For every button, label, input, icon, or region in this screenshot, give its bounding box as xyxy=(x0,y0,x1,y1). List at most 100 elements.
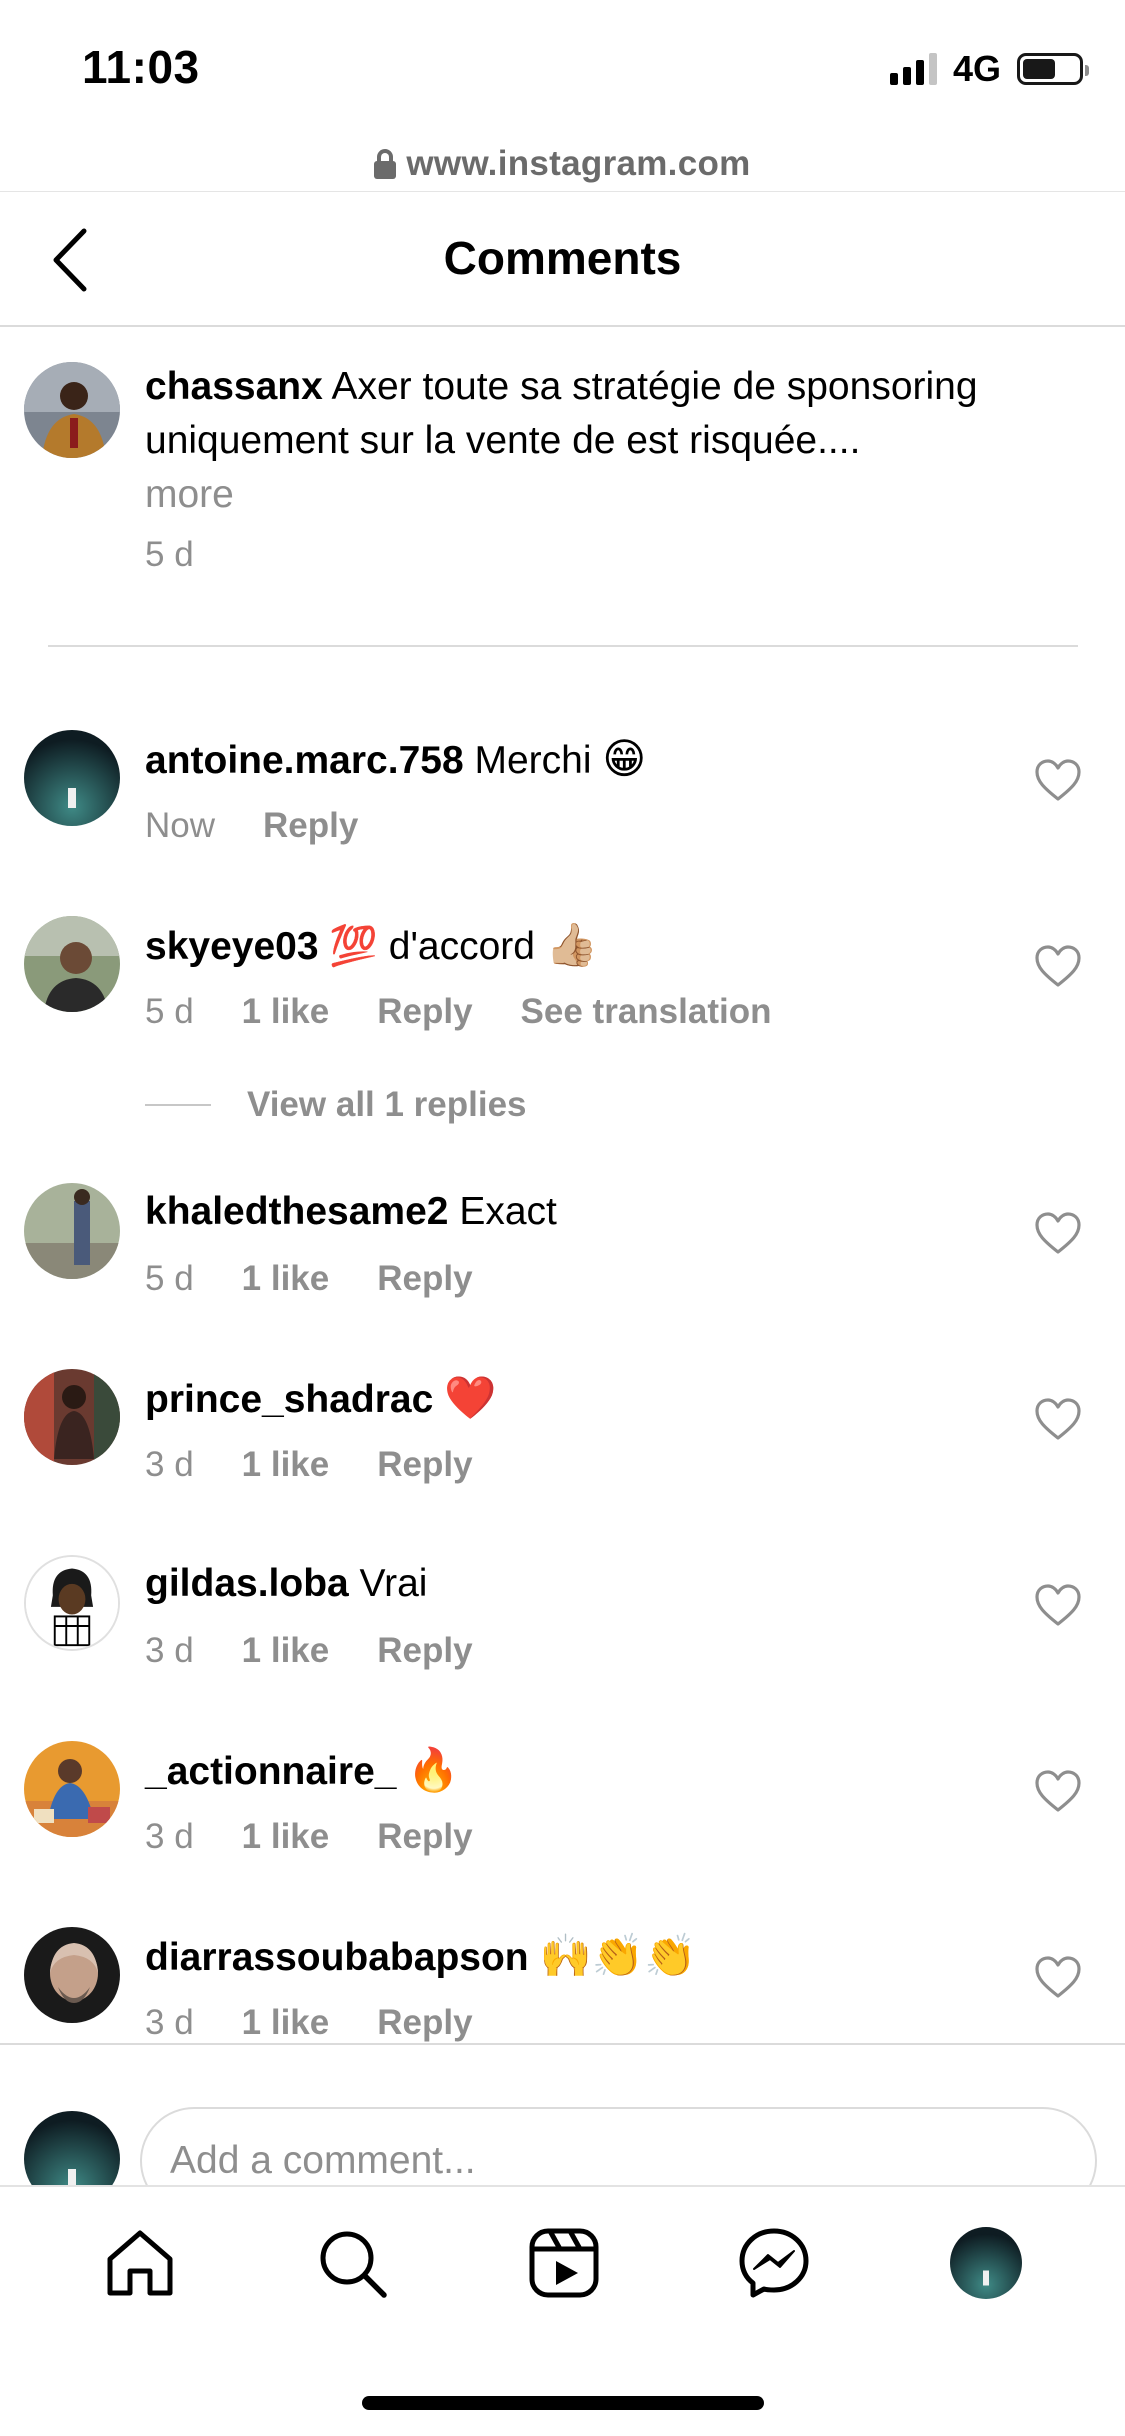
divider xyxy=(0,2043,1125,2045)
messenger-icon xyxy=(739,2228,809,2298)
comment-item: skyeye03 💯 d'accord 👍🏼 5 d 1 like Reply … xyxy=(0,916,1125,1066)
reels-icon xyxy=(529,2228,599,2298)
comment-emoji: 🙌👏👏 xyxy=(539,1931,697,1980)
avatar[interactable] xyxy=(24,362,120,458)
divider xyxy=(0,325,1125,327)
avatar[interactable] xyxy=(24,916,120,1012)
like-button[interactable] xyxy=(1034,1211,1082,1255)
reply-button[interactable]: Reply xyxy=(377,1445,472,1485)
url-text: www.instagram.com xyxy=(406,144,751,183)
view-replies-label: View all 1 replies xyxy=(247,1085,527,1124)
comment-item: prince_shadrac ❤️ 3 d 1 like Reply xyxy=(0,1369,1125,1519)
like-button[interactable] xyxy=(1034,944,1082,988)
comment-item: _actionnaire_ 🔥 3 d 1 like Reply xyxy=(0,1741,1125,1891)
comment-username[interactable]: antoine.marc.758 xyxy=(145,739,464,782)
reply-button[interactable]: Reply xyxy=(377,992,472,1032)
reply-button[interactable]: Reply xyxy=(377,1817,472,1857)
status-bar: 11:03 4G xyxy=(0,0,1125,135)
like-count[interactable]: 1 like xyxy=(242,2003,330,2043)
comment-body: Merchi xyxy=(474,739,592,782)
see-translation-button[interactable]: See translation xyxy=(521,992,772,1032)
like-count[interactable]: 1 like xyxy=(242,1631,330,1671)
nav-reels[interactable] xyxy=(524,2223,604,2303)
heart-icon xyxy=(1035,945,1081,987)
comment-username[interactable]: khaledthesame2 xyxy=(145,1190,449,1233)
heart-icon xyxy=(1035,1584,1081,1626)
like-button[interactable] xyxy=(1034,1397,1082,1441)
like-button[interactable] xyxy=(1034,1769,1082,1813)
divider xyxy=(48,645,1078,647)
comment-time: 3 d xyxy=(145,1817,194,1856)
comment-username[interactable]: _actionnaire_ xyxy=(145,1750,396,1793)
home-indicator[interactable] xyxy=(362,2396,764,2410)
more-link[interactable]: more xyxy=(145,473,234,516)
reply-button[interactable]: Reply xyxy=(263,806,358,846)
header: Comments xyxy=(0,195,1125,325)
like-count[interactable]: 1 like xyxy=(242,1259,330,1299)
status-time: 11:03 xyxy=(82,41,200,93)
avatar[interactable] xyxy=(24,1927,120,2023)
like-button[interactable] xyxy=(1034,1583,1082,1627)
comment-meta: 5 d 1 like Reply See translation xyxy=(145,992,771,1032)
like-button[interactable] xyxy=(1034,1955,1082,1999)
comment-emoji: 👍🏼 xyxy=(545,920,599,969)
reply-button[interactable]: Reply xyxy=(377,2003,472,2043)
divider xyxy=(0,191,1125,192)
url-bar[interactable]: www.instagram.com xyxy=(0,135,1125,193)
heart-icon xyxy=(1035,1956,1081,1998)
avatar[interactable] xyxy=(24,1369,120,1465)
battery-icon xyxy=(1017,53,1089,85)
heart-icon xyxy=(1035,1212,1081,1254)
divider xyxy=(145,1104,211,1106)
comment-meta: Now Reply xyxy=(145,806,358,846)
like-count[interactable]: 1 like xyxy=(242,1445,330,1485)
comment-time: 5 d xyxy=(145,1259,194,1298)
avatar[interactable] xyxy=(24,1555,120,1651)
comment-body: 💯 d'accord xyxy=(329,925,535,968)
search-icon xyxy=(320,2231,387,2298)
page-title: Comments xyxy=(443,232,682,284)
like-button[interactable] xyxy=(1034,758,1082,802)
comment-emoji: 😁 xyxy=(602,734,647,783)
comment-username[interactable]: prince_shadrac xyxy=(145,1378,433,1421)
comment-text: _actionnaire_ 🔥 xyxy=(145,1743,460,1799)
avatar[interactable] xyxy=(24,1741,120,1837)
caption-text-block: chassanx Axer toute sa stratégie de spon… xyxy=(145,360,1075,522)
comment-time: 3 d xyxy=(145,1631,194,1670)
comment-text: antoine.marc.758 Merchi 😁 xyxy=(145,732,646,788)
status-indicators: 4G xyxy=(889,48,1089,90)
comment-emoji: ❤️ xyxy=(444,1373,497,1422)
avatar[interactable] xyxy=(24,730,120,826)
nav-profile[interactable] xyxy=(946,2223,1026,2303)
heart-icon xyxy=(1035,1770,1081,1812)
reply-button[interactable]: Reply xyxy=(377,1259,472,1299)
comment-emoji: 🔥 xyxy=(407,1745,460,1794)
comment-meta: 3 d 1 like Reply xyxy=(145,2003,473,2043)
reply-button[interactable]: Reply xyxy=(377,1631,472,1671)
comment-text: prince_shadrac ❤️ xyxy=(145,1371,496,1427)
comment-text: diarrassoubabapson 🙌👏👏 xyxy=(145,1929,696,1985)
view-replies-button[interactable]: View all 1 replies xyxy=(145,1085,527,1125)
heart-icon xyxy=(1035,1398,1081,1440)
comment-username[interactable]: skyeye03 xyxy=(145,925,319,968)
comment-username[interactable]: gildas.loba xyxy=(145,1562,349,1605)
comment-username[interactable]: diarrassoubabapson xyxy=(145,1936,529,1979)
comment-item: diarrassoubabapson 🙌👏👏 3 d 1 like Reply xyxy=(0,1927,1125,2077)
avatar[interactable] xyxy=(24,1183,120,1279)
comment-time: Now xyxy=(145,806,216,845)
lock-icon xyxy=(374,149,397,179)
like-count[interactable]: 1 like xyxy=(242,992,330,1032)
comment-meta: 3 d 1 like Reply xyxy=(145,1445,473,1485)
comment-time: 5 d xyxy=(145,992,194,1031)
comment-item: gildas.loba Vrai 3 d 1 like Reply xyxy=(0,1555,1125,1705)
signal-icon xyxy=(889,53,937,85)
profile-avatar xyxy=(950,2227,1022,2299)
comment-item: khaledthesame2 Exact 5 d 1 like Reply xyxy=(0,1183,1125,1333)
nav-home[interactable] xyxy=(100,2223,180,2303)
nav-search[interactable] xyxy=(312,2223,392,2303)
caption-username[interactable]: chassanx xyxy=(145,365,323,408)
comment-item: antoine.marc.758 Merchi 😁 Now Reply xyxy=(0,730,1125,880)
like-count[interactable]: 1 like xyxy=(242,1817,330,1857)
nav-messenger[interactable] xyxy=(734,2223,814,2303)
comment-body: Vrai xyxy=(359,1562,428,1605)
